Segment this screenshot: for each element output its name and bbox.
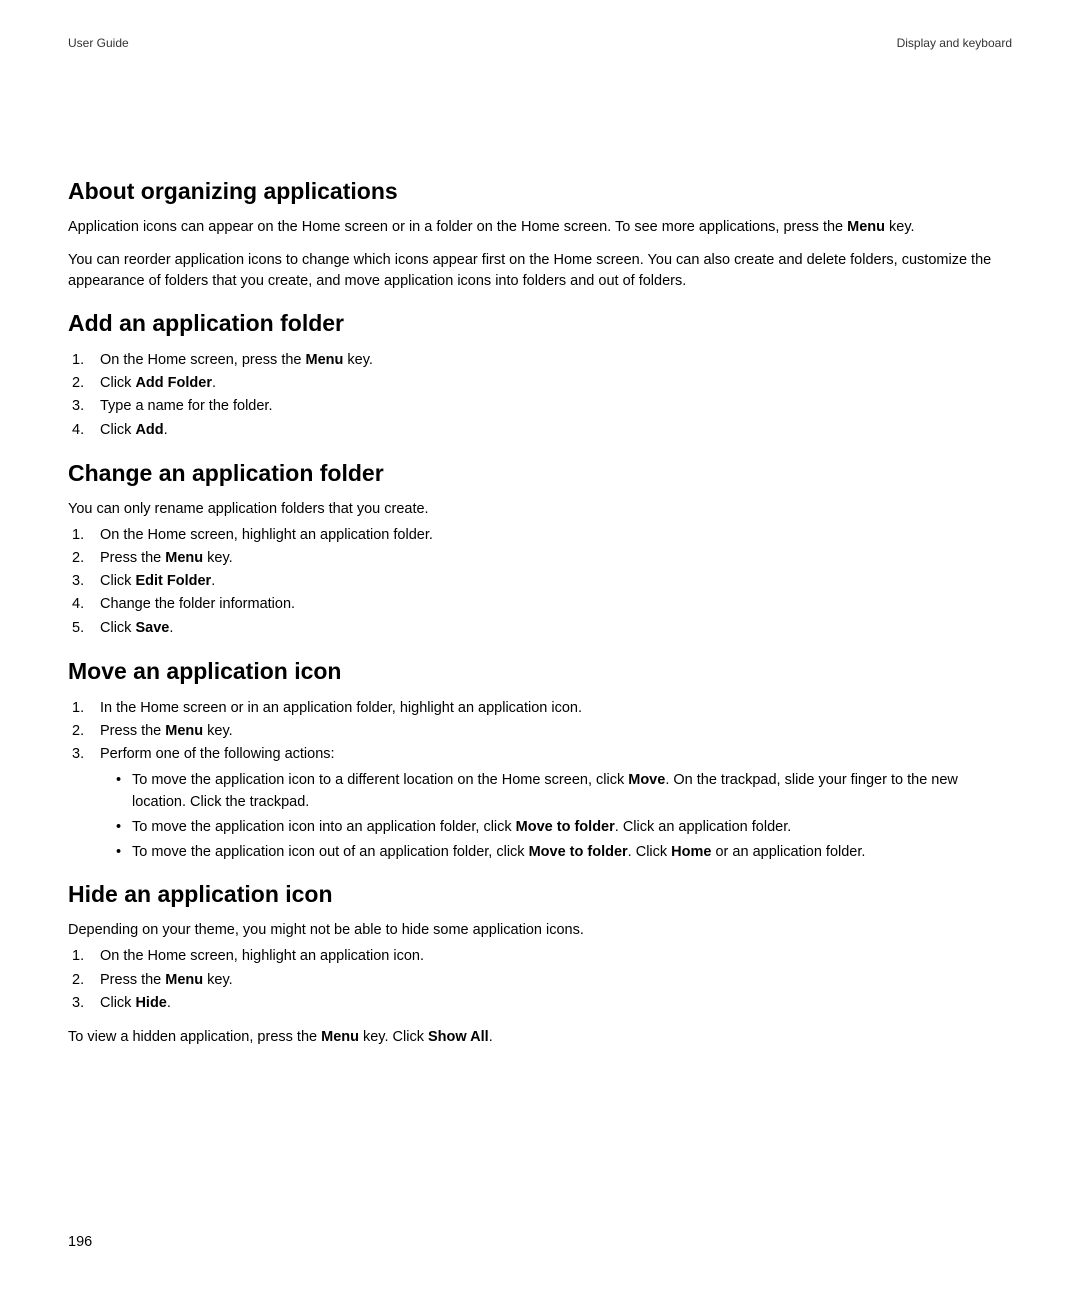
text: Click	[100, 620, 135, 636]
list-item: On the Home screen, press the Menu key.	[68, 349, 1012, 372]
text: Perform one of the following actions:	[100, 746, 335, 762]
text: .	[167, 995, 171, 1011]
list-item: To move the application icon to a differ…	[100, 770, 1012, 814]
heading-change: Change an application folder	[68, 460, 1012, 487]
text: . Click an application folder.	[615, 819, 792, 835]
add-steps: On the Home screen, press the Menu key. …	[68, 349, 1012, 442]
text: To move the application icon out of an a…	[132, 844, 529, 860]
section-about: About organizing applications Applicatio…	[68, 178, 1012, 292]
bold-text: Add Folder	[135, 375, 212, 391]
bold-text: Hide	[135, 995, 166, 1011]
bold-text: Menu	[306, 352, 344, 368]
text: Click	[100, 573, 135, 589]
section-change: Change an application folder You can onl…	[68, 460, 1012, 640]
move-steps: In the Home screen or in an application …	[68, 697, 1012, 864]
text: Press the	[100, 972, 165, 988]
section-move: Move an application icon In the Home scr…	[68, 658, 1012, 864]
list-item: Press the Menu key.	[68, 547, 1012, 570]
list-item: Click Add Folder.	[68, 372, 1012, 395]
text: Press the	[100, 723, 165, 739]
heading-move: Move an application icon	[68, 658, 1012, 685]
change-steps: On the Home screen, highlight an applica…	[68, 524, 1012, 640]
text: To move the application icon to a differ…	[132, 772, 628, 788]
list-item: Type a name for the folder.	[68, 395, 1012, 418]
page-number: 196	[68, 1234, 92, 1250]
page-header: User Guide Display and keyboard	[68, 36, 1012, 50]
heading-about: About organizing applications	[68, 178, 1012, 205]
hide-closing: To view a hidden application, press the …	[68, 1027, 1012, 1048]
hide-steps: On the Home screen, highlight an applica…	[68, 945, 1012, 1015]
text: .	[169, 620, 173, 636]
list-item: Click Hide.	[68, 992, 1012, 1015]
text: key.	[203, 550, 233, 566]
move-sublist: To move the application icon to a differ…	[100, 770, 1012, 863]
bold-text: Move to folder	[529, 844, 628, 860]
text: To move the application icon into an app…	[132, 819, 516, 835]
text: To view a hidden application, press the	[68, 1029, 321, 1045]
text: Click	[100, 422, 135, 438]
bold-text: Move	[628, 772, 665, 788]
list-item: On the Home screen, highlight an applica…	[68, 945, 1012, 968]
text: On the Home screen, press the	[100, 352, 306, 368]
list-item: Press the Menu key.	[68, 720, 1012, 743]
bold-text: Add	[135, 422, 163, 438]
bold-text: Edit Folder	[135, 573, 211, 589]
list-item: Click Save.	[68, 617, 1012, 640]
list-item: Click Edit Folder.	[68, 570, 1012, 593]
list-item: Press the Menu key.	[68, 969, 1012, 992]
hide-intro: Depending on your theme, you might not b…	[68, 920, 1012, 941]
header-right: Display and keyboard	[897, 36, 1012, 50]
bold-text: Move to folder	[516, 819, 615, 835]
about-paragraph-2: You can reorder application icons to cha…	[68, 250, 1012, 292]
text: Press the	[100, 550, 165, 566]
bold-text: Menu	[847, 219, 885, 235]
text: or an application folder.	[711, 844, 865, 860]
heading-add: Add an application folder	[68, 310, 1012, 337]
text: . Click	[628, 844, 672, 860]
bold-text: Show All	[428, 1029, 489, 1045]
section-add: Add an application folder On the Home sc…	[68, 310, 1012, 442]
text: Click	[100, 995, 135, 1011]
text: .	[211, 573, 215, 589]
list-item: In the Home screen or in an application …	[68, 697, 1012, 720]
bold-text: Menu	[165, 723, 203, 739]
text: Application icons can appear on the Home…	[68, 219, 847, 235]
text: key.	[885, 219, 915, 235]
list-item: Perform one of the following actions: To…	[68, 743, 1012, 863]
text: Click	[100, 375, 135, 391]
list-item: To move the application icon into an app…	[100, 817, 1012, 839]
list-item: To move the application icon out of an a…	[100, 842, 1012, 864]
bold-text: Home	[671, 844, 711, 860]
bold-text: Menu	[165, 550, 203, 566]
heading-hide: Hide an application icon	[68, 881, 1012, 908]
header-left: User Guide	[68, 36, 129, 50]
list-item: Click Add.	[68, 419, 1012, 442]
text: .	[164, 422, 168, 438]
list-item: On the Home screen, highlight an applica…	[68, 524, 1012, 547]
text: key.	[343, 352, 373, 368]
change-intro: You can only rename application folders …	[68, 499, 1012, 520]
text: .	[489, 1029, 493, 1045]
bold-text: Save	[135, 620, 169, 636]
text: key. Click	[359, 1029, 428, 1045]
about-paragraph-1: Application icons can appear on the Home…	[68, 217, 1012, 238]
bold-text: Menu	[321, 1029, 359, 1045]
text: .	[212, 375, 216, 391]
text: key.	[203, 723, 233, 739]
text: key.	[203, 972, 233, 988]
list-item: Change the folder information.	[68, 593, 1012, 616]
bold-text: Menu	[165, 972, 203, 988]
section-hide: Hide an application icon Depending on yo…	[68, 881, 1012, 1048]
